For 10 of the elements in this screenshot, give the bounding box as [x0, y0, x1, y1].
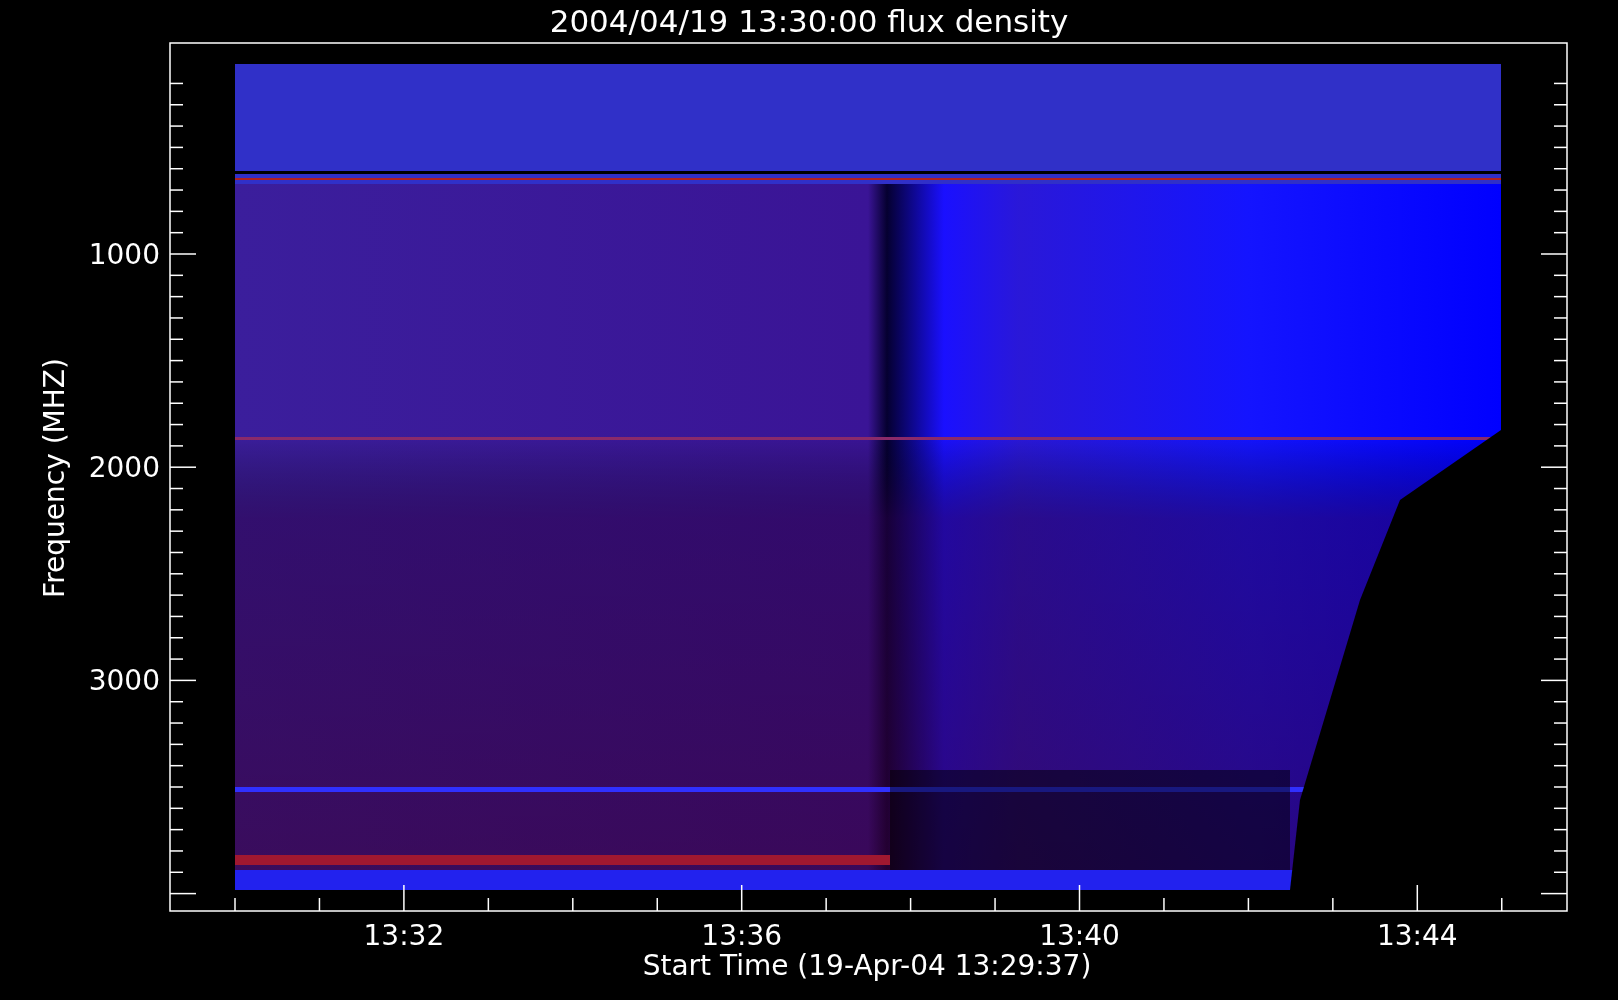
axis-label: Frequency (MHZ): [38, 358, 71, 598]
tick-label: 3000: [88, 664, 160, 698]
tick-label: 13:36: [701, 919, 783, 952]
plot-title: 2004/04/19 13:30:00 flux density: [549, 3, 1069, 39]
tick-label: 13:40: [1039, 919, 1120, 952]
axis-label: Start Time (19-Apr-04 13:29:37): [642, 949, 1092, 982]
tick-label: 13:32: [363, 919, 445, 952]
tick-label: 2000: [88, 451, 160, 485]
tick-label: 1000: [88, 238, 160, 271]
tick-label: 13:44: [1376, 919, 1458, 952]
